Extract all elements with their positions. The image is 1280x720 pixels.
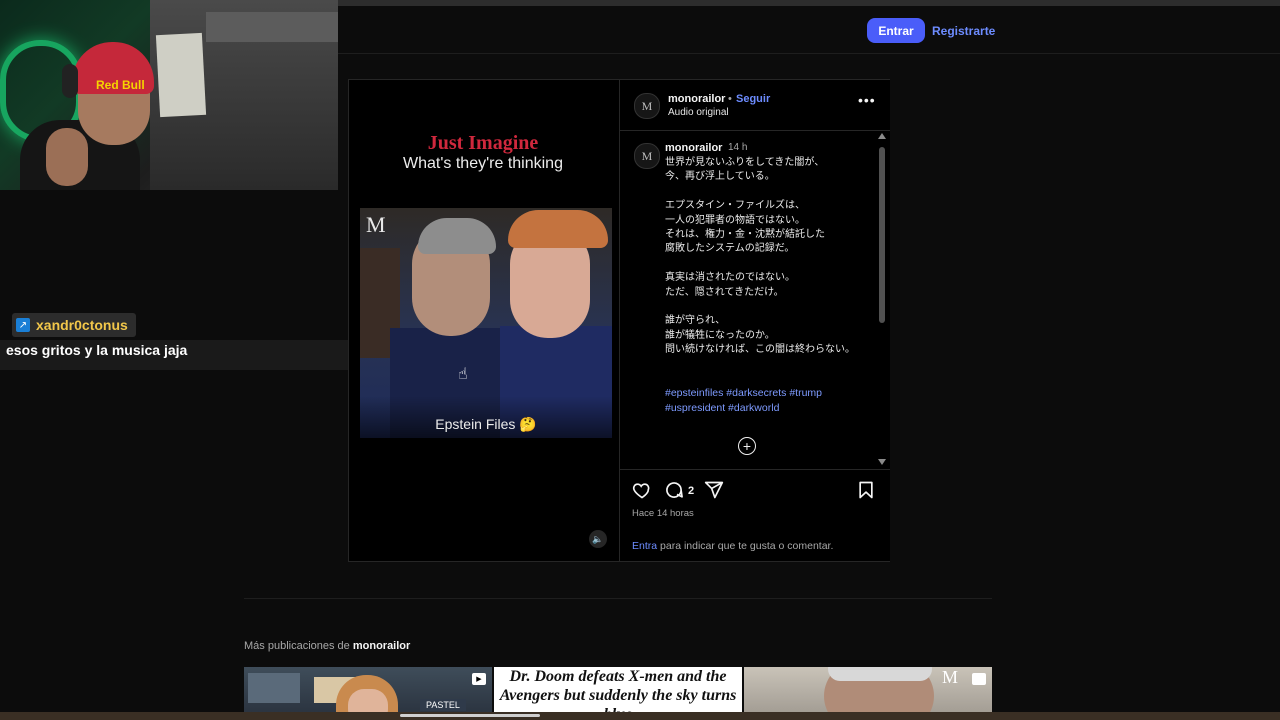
login-prompt-text: para indicar que te gusta o comentar. — [657, 540, 834, 552]
scroll-up-arrow-icon[interactable] — [878, 133, 886, 139]
media-caption: Epstein Files 🤔 — [435, 416, 537, 432]
header-separator: • — [728, 93, 732, 105]
top-strip — [338, 0, 1280, 6]
hashtag-link[interactable]: #uspresident — [665, 402, 728, 414]
comment-count: 2 — [688, 485, 695, 497]
streamer-hand — [46, 128, 88, 186]
scroll-thumb[interactable] — [879, 147, 885, 323]
media-title-red: Just Imagine — [427, 132, 539, 154]
hashtag-link[interactable]: #trump — [789, 387, 822, 399]
chat-username: xandr0ctonus — [36, 317, 128, 333]
more-options-icon[interactable]: ••• — [858, 92, 876, 108]
share-icon[interactable] — [704, 480, 724, 500]
posted-time: Hace 14 horas — [632, 508, 694, 519]
header-divider — [338, 53, 1280, 54]
comment-icon[interactable] — [664, 480, 684, 500]
login-link[interactable]: Entra — [632, 540, 657, 552]
login-prompt: Entra para indicar que te gusta o coment… — [632, 540, 833, 552]
heart-icon[interactable] — [632, 480, 652, 500]
media-watermark: M — [366, 212, 386, 237]
photo-figure1-hair — [418, 218, 496, 254]
avatar[interactable]: M — [634, 93, 660, 119]
taskbar — [0, 712, 1280, 720]
scrollbar[interactable] — [878, 133, 886, 465]
cap-logo: Red Bull — [96, 78, 145, 92]
caption-username[interactable]: monorailor — [665, 142, 722, 154]
media-title-white: What's they're thinking — [403, 155, 563, 172]
plus-circle-icon[interactable]: + — [738, 437, 756, 455]
reel-icon — [972, 673, 986, 685]
streamer-webcam: Red Bull — [0, 0, 338, 190]
post-username[interactable]: monorailor — [668, 93, 725, 105]
login-button[interactable]: Entrar — [867, 18, 925, 43]
shelf — [206, 12, 338, 42]
thumb-sign: PASTEL — [420, 699, 466, 711]
bookmark-icon[interactable] — [856, 480, 876, 500]
hand-cursor-icon: ☝ — [458, 366, 468, 383]
thumb-person-hair — [828, 667, 932, 681]
media-photo: M — [360, 208, 612, 438]
caption-text: 世界が見ないふりをしてきた闇が、 今、再び浮上している。 エプスタイン・ファイル… — [665, 157, 855, 356]
hashtag-link[interactable]: #darksecrets — [726, 387, 789, 399]
taskbar-item — [400, 714, 540, 717]
post-card: Just Imagine What's they're thinking M E… — [348, 79, 890, 562]
post-sidebar: M monorailor • Seguir Audio original •••… — [619, 80, 890, 561]
register-link[interactable]: Registrarte — [932, 24, 995, 38]
audio-original-link[interactable]: Audio original — [668, 107, 729, 118]
thumb-background-screen — [248, 673, 300, 703]
chat-message: esos gritos y la musica jaja — [6, 342, 188, 358]
photo-figure2-hair — [508, 210, 608, 248]
post-actions: 2 Hace 14 horas Entra para indicar que t… — [620, 469, 890, 562]
hashtag-link[interactable]: #epsteinfiles — [665, 387, 726, 399]
thumb-watermark: M — [942, 667, 959, 687]
more-posts-title: Más publicaciones de monorailor — [244, 640, 410, 652]
more-posts-prefix: Más publicaciones de — [244, 640, 353, 652]
wall-paper — [155, 32, 207, 118]
section-divider — [244, 598, 992, 599]
follow-button[interactable]: Seguir — [736, 93, 770, 105]
chat-username-tag: ↗ xandr0ctonus — [12, 313, 136, 337]
hashtag-link[interactable]: #darkworld — [728, 402, 779, 414]
chat-badge-icon: ↗ — [16, 318, 30, 332]
more-post-thumbnail[interactable]: PASTEL ▶ — [244, 667, 492, 713]
more-post-thumbnail[interactable]: M — [744, 667, 992, 713]
scroll-down-arrow-icon[interactable] — [878, 459, 886, 465]
thumb-caption-text: Dr. Doom defeats X-men and the Avengers … — [499, 668, 737, 713]
more-posts-username[interactable]: monorailor — [353, 640, 410, 652]
caption-avatar[interactable]: M — [634, 143, 660, 169]
reel-icon: ▶ — [472, 673, 486, 685]
post-header: M monorailor • Seguir Audio original ••• — [620, 80, 890, 131]
headset — [62, 64, 78, 98]
hashtags: #epsteinfiles #darksecrets #trump #uspre… — [665, 386, 860, 415]
comments-area[interactable]: M monorailor 14 h 世界が見ないふりをしてきた闇が、 今、再び浮… — [620, 131, 890, 469]
post-media[interactable]: Just Imagine What's they're thinking M E… — [349, 80, 619, 561]
caption-time: 14 h — [728, 142, 748, 153]
more-post-thumbnail[interactable]: Dr. Doom defeats X-men and the Avengers … — [494, 667, 742, 713]
thumb-person-face — [348, 689, 388, 713]
speaker-icon[interactable]: 🔈 — [589, 530, 607, 548]
